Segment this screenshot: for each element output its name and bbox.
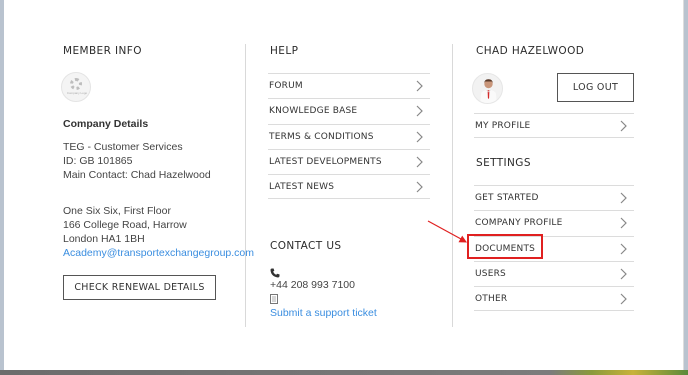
settings-item-get-started[interactable]: GET STARTED <box>474 185 634 210</box>
help-item-latest-developments[interactable]: LATEST DEVELOPMENTS <box>268 148 430 174</box>
chevron-right-icon <box>416 156 423 168</box>
help-item-forum[interactable]: FORUM <box>268 73 430 98</box>
help-menu: FORUM KNOWLEDGE BASE TERMS & CONDITIONS LAT… <box>268 73 430 200</box>
menu-item-label: LATEST NEWS <box>269 181 335 192</box>
chevron-right-icon <box>416 131 423 143</box>
profile-item-my-profile[interactable]: MY PROFILE <box>474 113 634 139</box>
menu-item-label: MY PROFILE <box>475 120 531 131</box>
company-details-label: Company Details <box>63 118 149 130</box>
chevron-right-icon <box>416 181 423 193</box>
documents-highlight-box <box>467 234 543 259</box>
settings-item-users[interactable]: USERS <box>474 260 634 286</box>
menu-item-label: USERS <box>475 269 506 280</box>
menu-item-label: TERMS & CONDITIONS <box>269 131 374 142</box>
help-heading: HELP <box>270 45 299 57</box>
document-icon <box>270 294 278 304</box>
settings-item-company-profile[interactable]: COMPANY PROFILE <box>474 210 634 235</box>
address-line-1: One Six Six, First Floor <box>63 205 171 217</box>
menu-item-label: OTHER <box>475 293 508 304</box>
company-logo-placeholder: Company Logo <box>61 72 91 102</box>
address-line-3: London HA1 1BH <box>63 233 145 245</box>
company-email-link[interactable]: Academy@transportexchangegroup.com <box>63 247 254 259</box>
annotation-arrow-icon <box>427 220 467 243</box>
background-window-edge-right <box>684 0 688 375</box>
gear-icon <box>70 78 82 90</box>
settings-heading: SETTINGS <box>476 157 531 169</box>
help-item-knowledge-base[interactable]: KNOWLEDGE BASE <box>268 98 430 123</box>
menu-item-label: KNOWLEDGE BASE <box>269 106 358 117</box>
address-line-2: 166 College Road, Harrow <box>63 219 187 231</box>
member-info-heading: MEMBER INFO <box>63 45 142 57</box>
settings-item-other[interactable]: OTHER <box>474 286 634 312</box>
main-contact: Main Contact: Chad Hazelwood <box>63 169 211 181</box>
chevron-right-icon <box>620 192 627 204</box>
company-id: ID: GB 101865 <box>63 155 133 167</box>
support-phone-number: +44 208 993 7100 <box>270 279 355 291</box>
chevron-right-icon <box>620 243 627 255</box>
user-name-heading: CHAD HAZELWOOD <box>476 45 585 57</box>
chevron-right-icon <box>620 120 627 132</box>
contact-us-heading: CONTACT US <box>270 240 342 252</box>
menu-item-label: GET STARTED <box>475 193 539 204</box>
help-item-latest-news[interactable]: LATEST NEWS <box>268 174 430 200</box>
avatar[interactable] <box>472 73 503 104</box>
chevron-right-icon <box>416 80 423 92</box>
menu-item-label: LATEST DEVELOPMENTS <box>269 157 382 168</box>
chevron-right-icon <box>620 268 627 280</box>
chevron-right-icon <box>620 293 627 305</box>
chevron-right-icon <box>620 217 627 229</box>
phone-icon <box>270 268 280 278</box>
column-divider <box>452 44 453 327</box>
profile-menu: MY PROFILE <box>474 113 634 139</box>
column-divider <box>245 44 246 327</box>
company-logo-caption: Company Logo <box>66 91 88 95</box>
menu-item-label: COMPANY PROFILE <box>475 218 563 229</box>
menu-item-label: FORUM <box>269 81 303 92</box>
submit-support-ticket-link[interactable]: Submit a support ticket <box>270 307 377 319</box>
chevron-right-icon <box>416 105 423 117</box>
background-window-edge-bottom <box>0 370 688 375</box>
check-renewal-details-button[interactable]: CHECK RENEWAL DETAILS <box>63 275 216 300</box>
log-out-button[interactable]: LOG OUT <box>557 73 634 102</box>
company-name: TEG - Customer Services <box>63 141 183 153</box>
help-item-terms-and-conditions[interactable]: TERMS & CONDITIONS <box>268 123 430 149</box>
